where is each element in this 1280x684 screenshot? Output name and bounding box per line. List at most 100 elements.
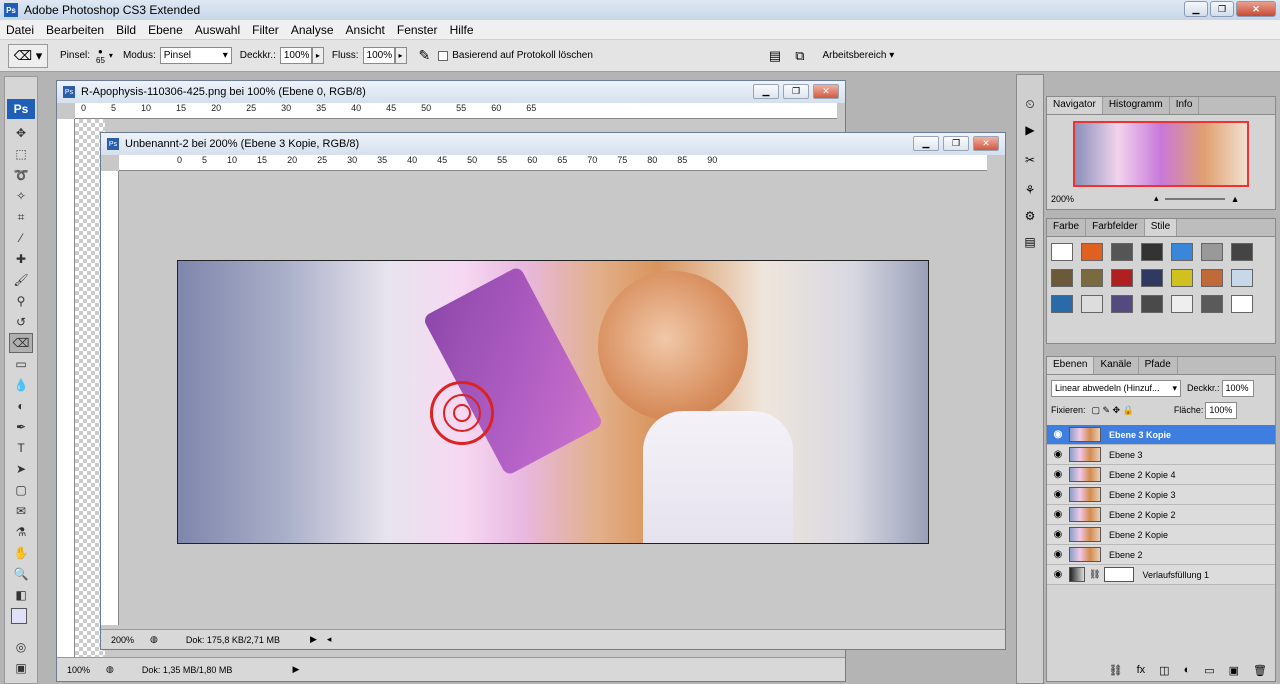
screen-mode-icon[interactable]: ▣ xyxy=(9,658,33,678)
layer-row[interactable]: ◉ ⛓ Verlaufsfüllung 1 xyxy=(1047,565,1275,585)
navigator-zoom[interactable]: 200% xyxy=(1051,194,1074,204)
workspace-button[interactable]: Arbeitsbereich ▾ xyxy=(823,50,895,61)
type-tool-icon[interactable]: T xyxy=(9,438,33,458)
eye-icon[interactable]: ◉ xyxy=(1047,529,1069,540)
layer-row[interactable]: ◉ Ebene 2 Kopie 3 xyxy=(1047,485,1275,505)
style-swatch[interactable] xyxy=(1081,295,1103,313)
new-group-icon[interactable]: ▭ xyxy=(1204,664,1214,677)
move-tool-icon[interactable]: ✥ xyxy=(9,123,33,143)
tab-styles[interactable]: Stile xyxy=(1144,219,1178,236)
eye-icon[interactable]: ◉ xyxy=(1047,429,1069,440)
hand-tool-icon[interactable]: ✋ xyxy=(9,543,33,563)
doc2-info-icon[interactable]: ◍ xyxy=(150,634,158,645)
eye-icon[interactable]: ◉ xyxy=(1047,549,1069,560)
layer-opacity-input[interactable]: 100% xyxy=(1221,379,1254,397)
brush-tool-icon[interactable]: 🖌 xyxy=(9,270,33,290)
style-none-swatch[interactable] xyxy=(1231,295,1253,313)
eye-icon[interactable]: ◉ xyxy=(1047,469,1069,480)
stamp-tool-icon[interactable]: ⚲ xyxy=(9,291,33,311)
doc1-info-icon[interactable]: ◍ xyxy=(106,664,114,675)
brush-dropdown-icon[interactable]: ▾ xyxy=(109,51,113,60)
history-panel-icon[interactable]: ⏲ xyxy=(1020,97,1040,117)
eraser-tool-icon[interactable]: ⌫ xyxy=(9,333,33,353)
brushes-panel-icon[interactable]: ⚘ xyxy=(1020,183,1040,203)
menu-ebene[interactable]: Ebene xyxy=(142,23,189,37)
style-swatch[interactable] xyxy=(1201,269,1223,287)
eraser-tool-preset-icon[interactable]: ⌫ ▾ xyxy=(8,43,48,68)
eye-icon[interactable]: ◉ xyxy=(1047,509,1069,520)
eye-icon[interactable]: ◉ xyxy=(1047,449,1069,460)
gradient-tool-icon[interactable]: ▭ xyxy=(9,354,33,374)
menu-analyse[interactable]: Analyse xyxy=(285,23,340,37)
style-swatch[interactable] xyxy=(1081,243,1103,261)
tab-channels[interactable]: Kanäle xyxy=(1094,357,1139,374)
actions-panel-icon[interactable]: ▶ xyxy=(1020,123,1040,143)
tab-layers[interactable]: Ebenen xyxy=(1047,357,1095,374)
menu-hilfe[interactable]: Hilfe xyxy=(444,23,480,37)
pen-tool-icon[interactable]: ✒ xyxy=(9,417,33,437)
new-layer-icon[interactable]: ▣ xyxy=(1229,664,1239,677)
airbrush-icon[interactable]: ✎ xyxy=(419,47,431,64)
layer-comps-icon[interactable]: ▤ xyxy=(1020,235,1040,255)
layer-effects-icon[interactable]: fx xyxy=(1137,664,1146,677)
navigator-zoom-slider[interactable] xyxy=(1164,197,1225,200)
navigator-preview[interactable] xyxy=(1073,121,1249,187)
style-swatch[interactable] xyxy=(1051,295,1073,313)
clone-source-icon[interactable]: ⚙ xyxy=(1020,209,1040,229)
doc1-restore-button[interactable]: ❐ xyxy=(783,84,809,99)
opacity-input[interactable]: 100% xyxy=(279,47,312,64)
tool-presets-icon[interactable]: ✂ xyxy=(1020,153,1040,173)
doc2-restore-button[interactable]: ❐ xyxy=(943,136,969,151)
style-swatch[interactable] xyxy=(1231,269,1253,287)
flow-input[interactable]: 100% xyxy=(362,47,395,64)
layer-row[interactable]: ◉ Ebene 2 Kopie 4 xyxy=(1047,465,1275,485)
blur-tool-icon[interactable]: 💧 xyxy=(9,375,33,395)
fill-input[interactable]: 100% xyxy=(1205,401,1238,419)
style-swatch[interactable] xyxy=(1171,295,1193,313)
style-swatch[interactable] xyxy=(1111,295,1133,313)
notes-tool-icon[interactable]: ✉ xyxy=(9,501,33,521)
eyedropper-tool-icon[interactable]: ⚗ xyxy=(9,522,33,542)
zoom-tool-icon[interactable]: 🔍 xyxy=(9,564,33,584)
history-checkbox[interactable] xyxy=(438,50,449,61)
zoom-in-icon[interactable]: ▲ xyxy=(1231,194,1240,204)
doc1-status-menu-icon[interactable]: ▶ xyxy=(292,664,299,675)
mode-select[interactable]: Pinsel ▾ xyxy=(159,47,232,64)
menu-bearbeiten[interactable]: Bearbeiten xyxy=(40,23,110,37)
doc2-close-button[interactable]: ✕ xyxy=(973,136,999,151)
menu-ansicht[interactable]: Ansicht xyxy=(340,23,391,37)
menu-filter[interactable]: Filter xyxy=(246,23,285,37)
style-swatch[interactable] xyxy=(1171,243,1193,261)
style-swatch[interactable] xyxy=(1141,295,1163,313)
eye-icon[interactable]: ◉ xyxy=(1047,569,1069,580)
palette-well-icon[interactable]: ▤ xyxy=(769,48,781,64)
layer-row[interactable]: ◉ Ebene 2 Kopie 2 xyxy=(1047,505,1275,525)
add-mask-icon[interactable]: ◫ xyxy=(1159,664,1169,677)
eye-icon[interactable]: ◉ xyxy=(1047,489,1069,500)
style-swatch[interactable] xyxy=(1051,269,1073,287)
style-swatch[interactable] xyxy=(1141,243,1163,261)
layer-row[interactable]: ◉ Ebene 3 xyxy=(1047,445,1275,465)
trash-icon[interactable]: 🗑 xyxy=(1253,664,1267,677)
minimize-button[interactable]: ▁ xyxy=(1184,1,1208,17)
tab-paths[interactable]: Pfade xyxy=(1139,357,1178,374)
style-swatch[interactable] xyxy=(1231,243,1253,261)
opacity-slider-button[interactable]: ▸ xyxy=(311,47,324,64)
healing-brush-tool-icon[interactable]: ✚ xyxy=(9,249,33,269)
restore-button[interactable]: ❐ xyxy=(1210,1,1234,17)
style-none-swatch[interactable] xyxy=(1051,243,1073,261)
tab-navigator[interactable]: Navigator xyxy=(1047,97,1103,114)
history-brush-tool-icon[interactable]: ↺ xyxy=(9,312,33,332)
tab-info[interactable]: Info xyxy=(1170,97,1200,114)
adjustment-layer-icon[interactable]: ◐ xyxy=(1184,664,1191,677)
lasso-tool-icon[interactable]: ➰ xyxy=(9,165,33,185)
shape-tool-icon[interactable]: ▢ xyxy=(9,480,33,500)
style-swatch[interactable] xyxy=(1201,243,1223,261)
dodge-tool-icon[interactable]: ◐ xyxy=(9,396,33,416)
menu-auswahl[interactable]: Auswahl xyxy=(189,23,246,37)
zoom-out-icon[interactable]: ▴ xyxy=(1154,193,1159,204)
marquee-tool-icon[interactable]: ⬚ xyxy=(9,144,33,164)
style-swatch[interactable] xyxy=(1111,243,1133,261)
layer-row[interactable]: ◉ Ebene 2 Kopie xyxy=(1047,525,1275,545)
bridge-icon[interactable]: ⧉ xyxy=(795,48,804,64)
